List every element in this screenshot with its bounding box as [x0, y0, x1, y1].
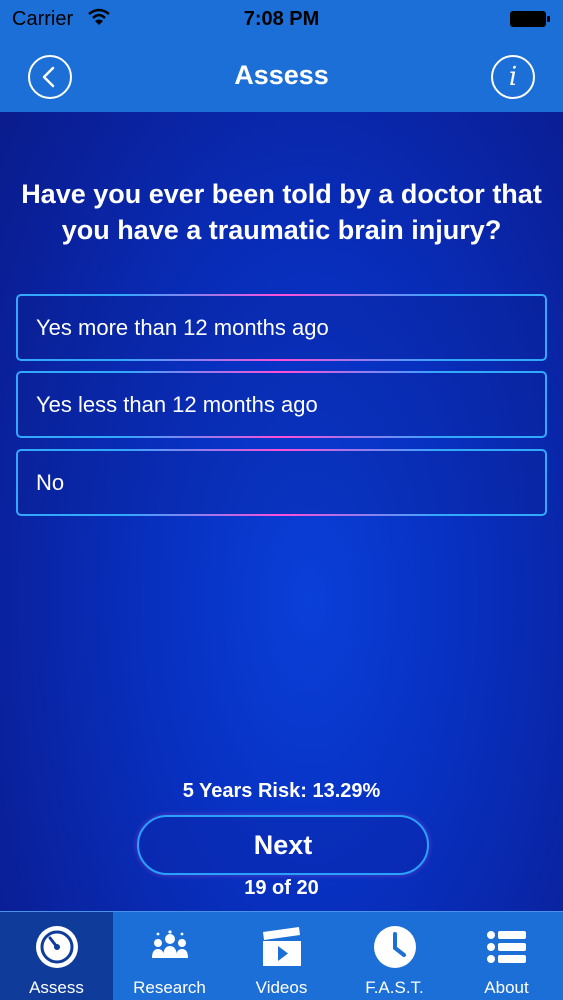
clapperboard-icon [263, 927, 301, 966]
list-icon [487, 931, 526, 963]
tab-research[interactable]: Research [113, 912, 226, 1000]
battery-icon [510, 11, 550, 27]
risk-label: 5 Years Risk: 13.29% [182, 780, 381, 802]
progress-label: 19 of 20 [244, 877, 319, 899]
question-text: Have you ever been told by a doctor that… [21, 179, 542, 245]
tab-label: Videos [255, 978, 308, 997]
info-icon: i [508, 62, 518, 92]
tab-label: About [484, 978, 529, 997]
info-button[interactable]: i [491, 55, 535, 99]
people-icon [152, 930, 188, 958]
tab-label: Research [133, 978, 206, 997]
status-time: 7:08 PM [243, 8, 320, 30]
tab-videos[interactable]: Videos [225, 912, 338, 1000]
option-yes-less-than-12-months[interactable]: Yes less than 12 months ago [16, 371, 547, 438]
option-no[interactable]: No [16, 449, 547, 516]
option-yes-more-than-12-months[interactable]: Yes more than 12 months ago [16, 294, 547, 361]
gauge-icon [36, 926, 78, 968]
tab-fast[interactable]: F.A.S.T. [338, 912, 451, 1000]
tab-label: Assess [29, 978, 84, 997]
tab-assess[interactable]: Assess [0, 912, 113, 1000]
tab-bar: Assess Research Videos F.A.S.T. About [0, 911, 563, 1000]
tab-about[interactable]: About [450, 912, 563, 1000]
status-bar: Carrier 7:08 PM [0, 0, 563, 40]
page-title: Assess [234, 60, 329, 90]
tab-label: F.A.S.T. [365, 978, 424, 997]
nav-bar: Assess i [0, 40, 563, 112]
next-button[interactable]: Next [137, 815, 429, 875]
clock-icon [374, 926, 416, 968]
